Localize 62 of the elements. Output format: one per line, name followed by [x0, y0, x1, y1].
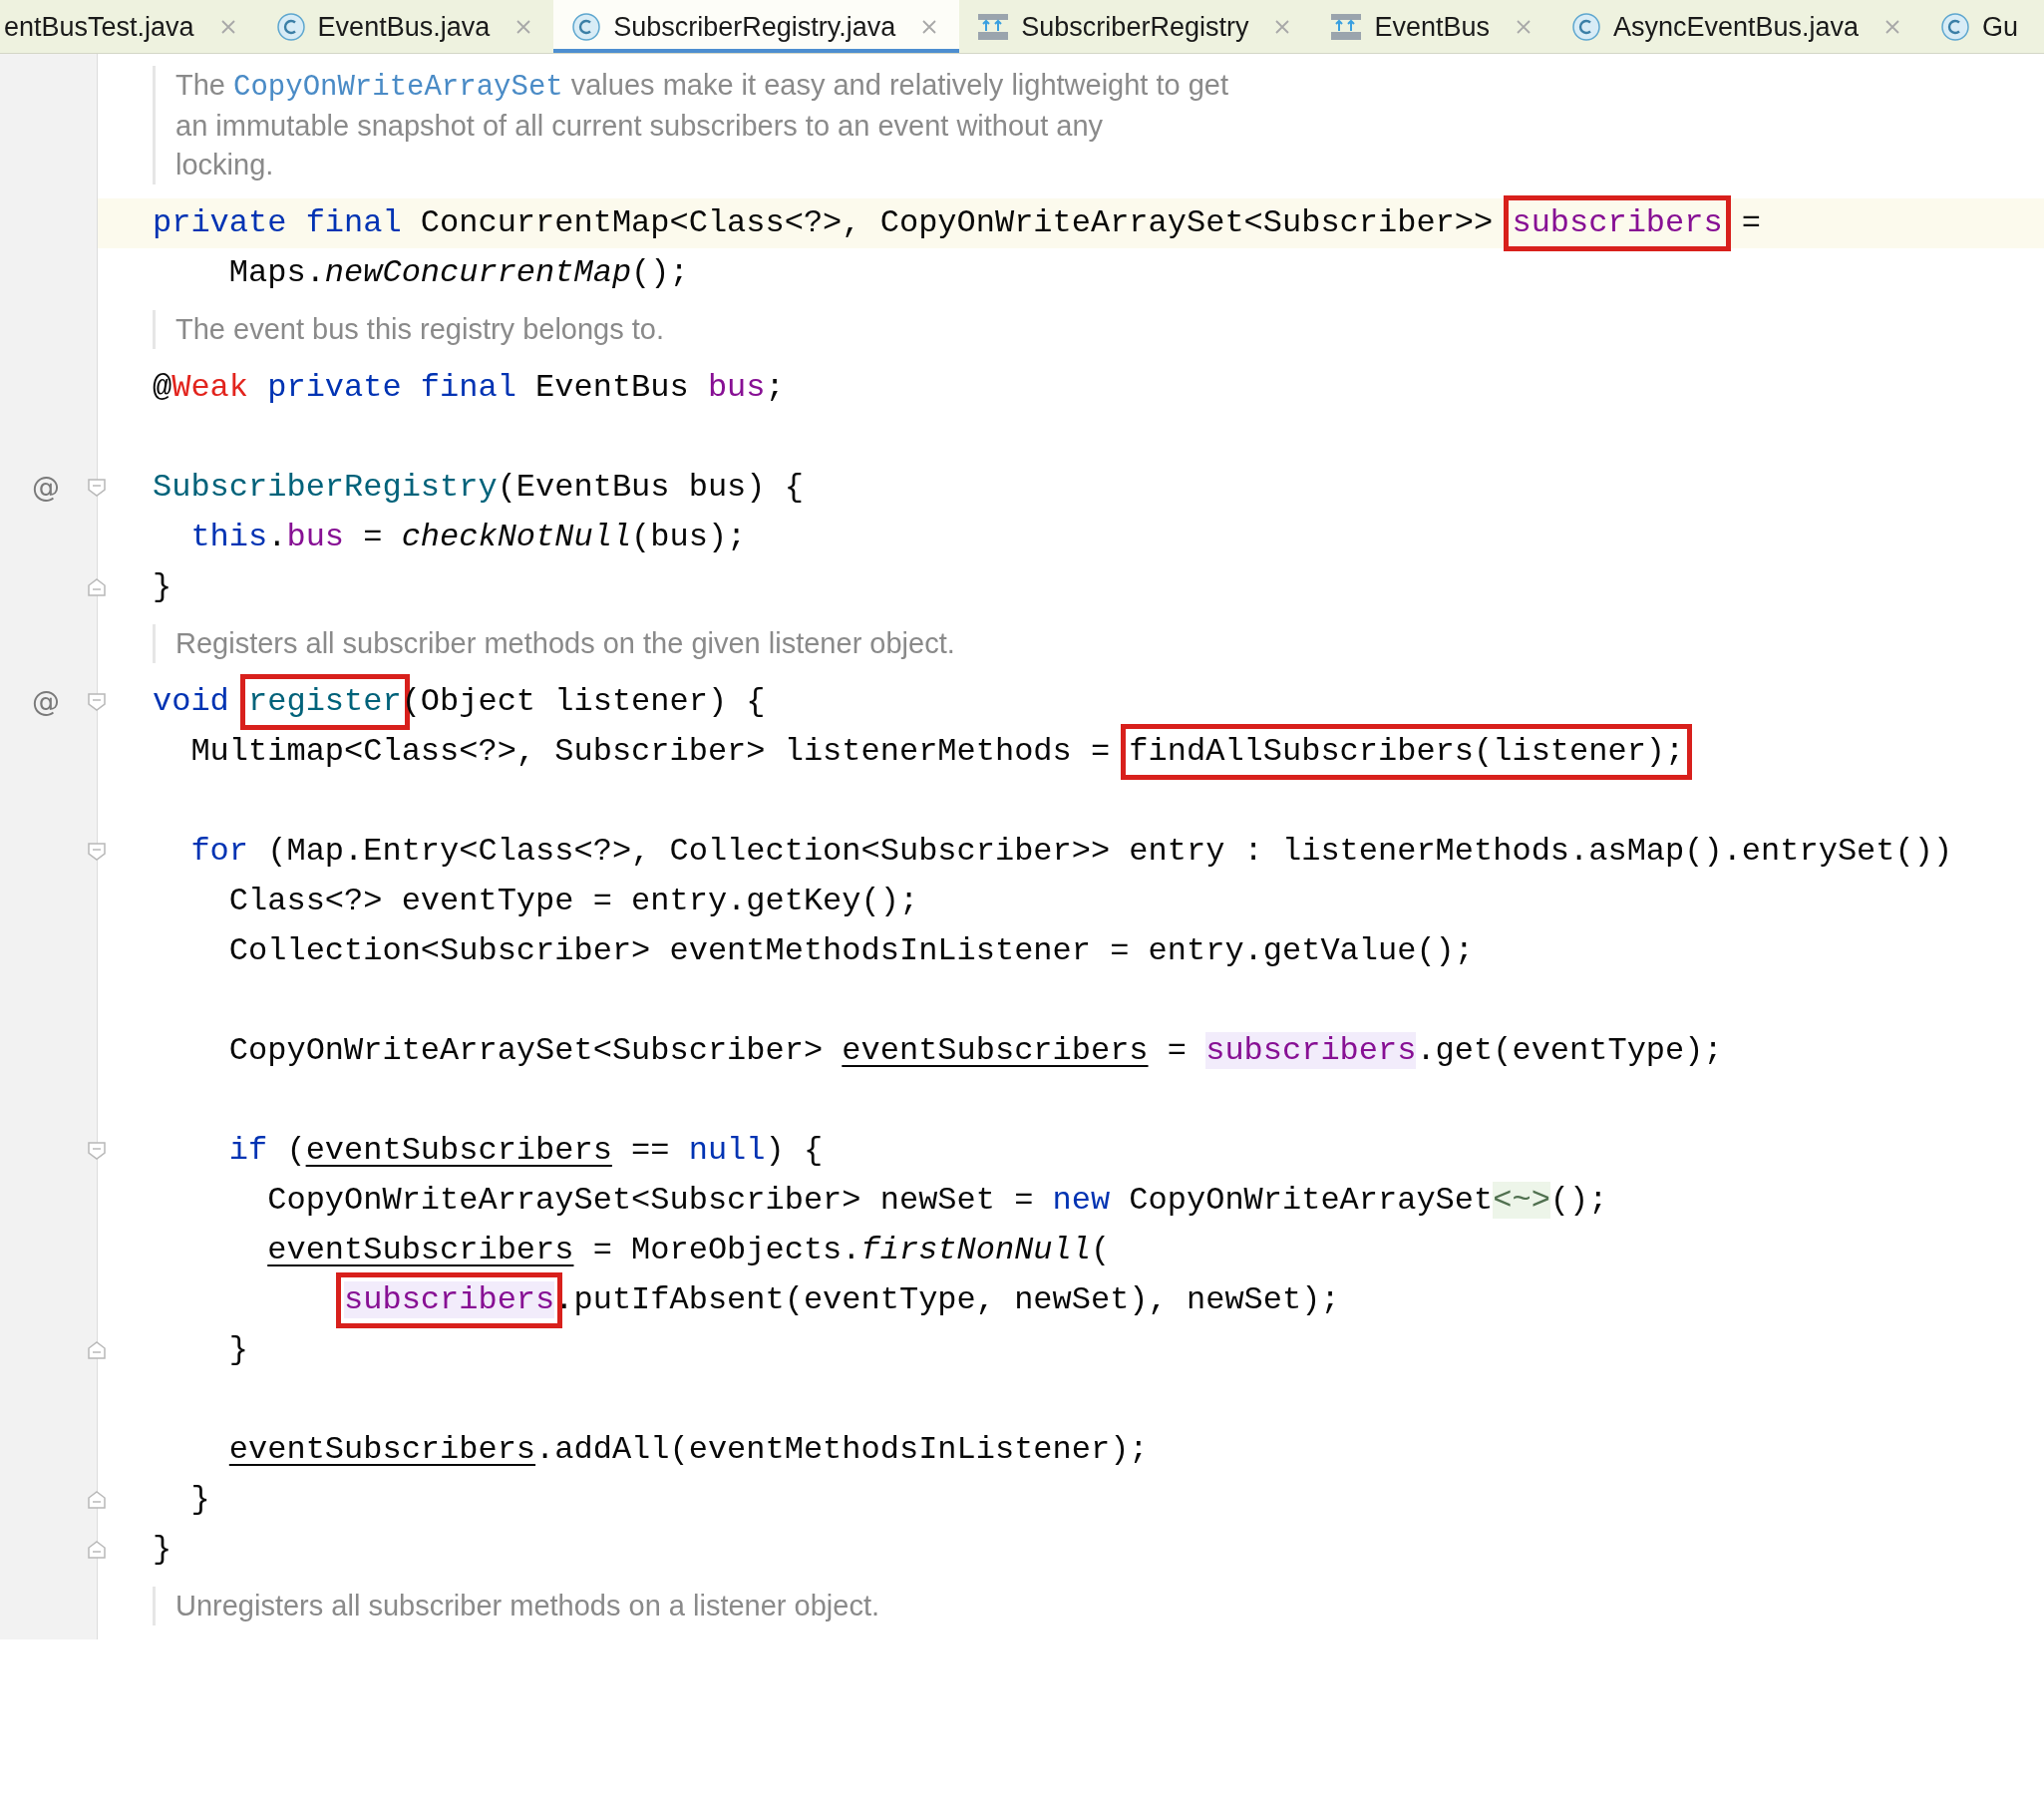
fold-icon[interactable] — [88, 479, 106, 497]
fold-icon[interactable] — [88, 1341, 106, 1359]
code-text: eventSubscribers.addAll(eventMethodsInListener); — [228, 1431, 1149, 1468]
doc-text: The event bus this registry belongs to. — [175, 313, 665, 345]
code-text: Maps.newConcurrentMap(); — [228, 254, 689, 291]
doc-text: locking. — [175, 149, 274, 180]
code-text: = — [1741, 204, 1762, 241]
editor-tab[interactable]: entBusTest.java — [0, 0, 258, 53]
editor-tab[interactable]: EventBus.java — [257, 0, 554, 53]
fold-icon[interactable] — [88, 578, 106, 596]
code-text: Collection<Subscriber> eventMethodsInListener = entry.getValue(); — [228, 932, 1474, 969]
code-text: } — [228, 1331, 248, 1368]
diagram-icon — [977, 12, 1010, 42]
code-text: @Weak private final EventBus bus; — [153, 369, 785, 406]
code-text: private final ConcurrentMap<Class<?>, CopyOnWriteArraySet<Subscriber>> — [153, 204, 1495, 241]
doc-text: an immutable snapshot of all current subscribers to an event without any — [175, 110, 1104, 142]
fold-icon[interactable] — [88, 693, 106, 711]
editor-tab[interactable]: Gu — [1922, 0, 2019, 53]
code-reference: CopyOnWriteArraySet — [233, 71, 563, 104]
code-text: subscribers — [1512, 204, 1723, 241]
close-icon[interactable] — [1884, 19, 1901, 35]
code-text: Class<?> eventType = entry.getKey(); — [228, 883, 919, 919]
code-text: eventSubscribers = MoreObjects.firstNonNull( — [267, 1232, 1111, 1268]
code-text: } — [153, 568, 172, 605]
code-text: .putIfAbsent(eventType, newSet), newSet); — [554, 1281, 1340, 1318]
class-icon — [571, 12, 602, 42]
close-icon[interactable] — [1274, 19, 1291, 35]
implements-marker[interactable]: @ — [32, 677, 60, 727]
editor-tab[interactable]: EventBus — [1312, 0, 1553, 53]
close-icon[interactable] — [1516, 19, 1532, 35]
code-text: CopyOnWriteArraySet<Subscriber> newSet = new CopyOnWriteArraySet<~>(); — [267, 1182, 1608, 1219]
code-text: for (Map.Entry<Class<?>, Collection<Subscriber>> entry : listenerMethods.asMap().entrySet()) — [190, 833, 1953, 870]
code-text: Multimap<Class<?>, Subscriber> listenerMethods = — [190, 733, 1112, 770]
close-icon[interactable] — [515, 19, 532, 35]
fold-icon[interactable] — [88, 1142, 106, 1160]
doc-text: Unregisters all subscriber methods on a listener object. — [175, 1590, 879, 1621]
editor-tab[interactable]: SubscriberRegistry — [959, 0, 1313, 53]
code-text: void — [153, 683, 230, 720]
implements-marker[interactable]: @ — [32, 463, 60, 513]
close-icon[interactable] — [921, 19, 938, 35]
class-icon — [1940, 12, 1971, 42]
class-icon — [275, 12, 306, 42]
editor-tab[interactable]: SubscriberRegistry.java — [553, 0, 960, 53]
doc-text: Registers all subscriber methods on the given listener object. — [175, 627, 955, 659]
code-text: SubscriberRegistry(EventBus bus) { — [153, 469, 804, 506]
diagram-icon — [1330, 12, 1363, 42]
code-text: this.bus = checkNotNull(bus); — [190, 519, 747, 555]
code-text: } — [153, 1531, 172, 1568]
code-text: } — [190, 1481, 210, 1518]
code-text: subscribers — [344, 1281, 555, 1318]
doc-text: values make it easy and relatively lightweight to get — [569, 69, 1229, 101]
doc-text: The — [175, 69, 226, 101]
code-text: findAllSubscribers(listener); — [1129, 733, 1685, 770]
fold-icon[interactable] — [88, 843, 106, 861]
close-icon[interactable] — [219, 19, 236, 35]
fold-icon[interactable] — [88, 1541, 106, 1559]
class-icon — [1571, 12, 1601, 42]
editor-tab[interactable]: AsyncEventBus.java — [1553, 0, 1923, 53]
code-text: if (eventSubscribers == null) { — [228, 1132, 824, 1169]
fold-icon[interactable] — [88, 1491, 106, 1509]
code-text: register — [248, 683, 402, 720]
code-text: CopyOnWriteArraySet<Subscriber> eventSubscribers = subscribers.get(eventType); — [228, 1032, 1723, 1069]
